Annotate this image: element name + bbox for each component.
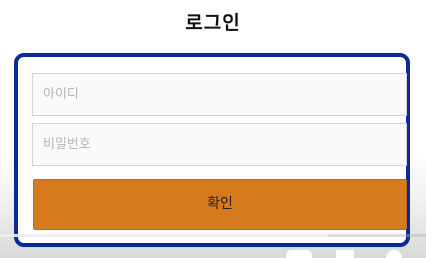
id-input[interactable]: [32, 73, 407, 116]
video-progress-fill: [0, 234, 329, 237]
confirm-button[interactable]: 확인: [33, 179, 407, 230]
page: 로그인 확인: [0, 0, 426, 258]
page-title: 로그인: [185, 12, 241, 34]
settings-gear-icon[interactable]: [386, 250, 402, 258]
captions-icon[interactable]: [336, 250, 354, 258]
autoplay-toggle-icon[interactable]: [286, 250, 312, 258]
password-input[interactable]: [32, 123, 407, 166]
video-progress-bar[interactable]: [0, 234, 426, 237]
